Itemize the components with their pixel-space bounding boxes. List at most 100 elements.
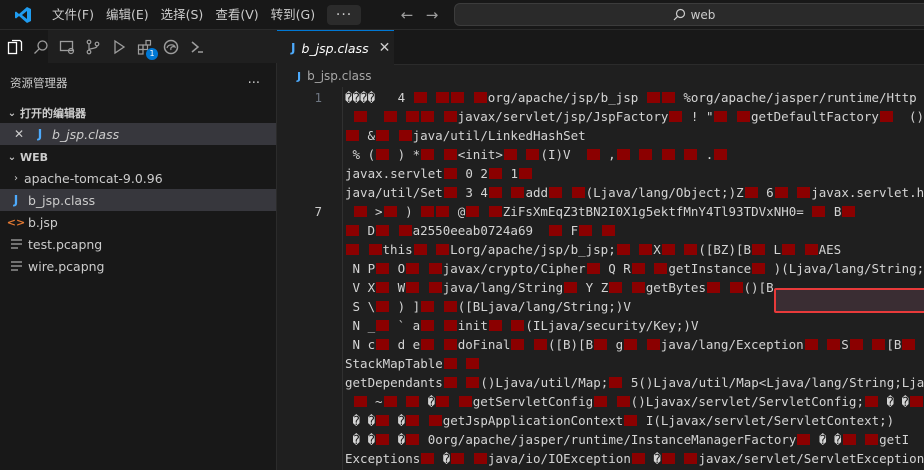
control-char-glyph <box>872 339 886 350</box>
breadcrumb-file: b_jsp.class <box>307 69 372 83</box>
code-text: StackMapTable <box>345 354 480 373</box>
web-folder-section[interactable]: ⌄ WEB <box>0 147 276 167</box>
code-line: 7 > ) @ ZiFsXmEqZ3tBN2I0X1g5ektfMnY4Tl93… <box>277 202 924 221</box>
control-char-glyph <box>443 320 457 331</box>
code-text: N P O javax/crypto/Cipher Q R getInstanc… <box>345 261 924 276</box>
source-control-icon[interactable] <box>80 34 106 60</box>
control-char-glyph <box>601 225 615 236</box>
remote-explorer-icon[interactable] <box>54 34 80 60</box>
control-char-glyph <box>661 244 675 255</box>
control-char-glyph <box>406 396 420 407</box>
control-char-glyph <box>406 415 420 426</box>
tab-b-jsp-class[interactable]: J b_jsp.class ✕ <box>277 30 394 65</box>
code-text: Exceptions � java/io/IOException � javax… <box>345 451 924 466</box>
open-editor-item[interactable]: ✕ J b_jsp.class <box>0 123 276 145</box>
tree-item-wire-pcapng[interactable]: wire.pcapng <box>0 255 276 277</box>
code-text: N c d e doFinal ([B)[B g java/lang/Excep… <box>345 335 924 354</box>
control-char-glyph <box>376 434 390 445</box>
code-text: javax.servlet 0 2 1 <box>345 164 533 183</box>
control-char-glyph <box>774 187 788 198</box>
control-char-glyph <box>488 206 502 217</box>
control-char-glyph <box>849 339 863 350</box>
control-char-glyph <box>436 396 450 407</box>
control-char-glyph <box>421 111 435 122</box>
control-char-glyph <box>639 244 653 255</box>
run-debug-icon[interactable] <box>106 34 132 60</box>
control-char-glyph <box>413 92 427 103</box>
tree-item-apache-tomcat[interactable]: › apache-tomcat-9.0.96 <box>0 167 276 189</box>
breadcrumb[interactable]: J b_jsp.class <box>277 65 924 87</box>
code-line: Exceptions � java/io/IOException � javax… <box>277 449 924 468</box>
forward-arrow-icon[interactable]: → <box>421 0 443 30</box>
control-char-glyph <box>428 415 442 426</box>
search-icon[interactable] <box>28 34 54 60</box>
menu-go[interactable]: 转到(G) <box>265 4 321 26</box>
edge-browser-icon[interactable] <box>158 34 184 60</box>
extensions-icon[interactable]: 1 <box>132 34 158 60</box>
control-char-glyph <box>797 434 811 445</box>
control-char-glyph <box>586 263 600 274</box>
control-char-glyph <box>519 168 533 179</box>
control-char-glyph <box>376 225 390 236</box>
control-char-glyph <box>421 301 435 312</box>
control-char-glyph <box>684 149 698 160</box>
title-bar: 文件(F) 编辑(E) 选择(S) 查看(V) 转到(G) ··· ← → we… <box>0 0 924 30</box>
control-char-glyph <box>436 206 450 217</box>
more-menu-button[interactable]: ··· <box>327 4 362 25</box>
code-line: javax/servlet/jsp/JspFactory ! " getDefa… <box>277 107 924 126</box>
menu-view[interactable]: 查看(V) <box>209 4 264 26</box>
code-line: javax.servlet 0 2 1 <box>277 164 924 183</box>
control-char-glyph <box>865 434 879 445</box>
java-file-icon: J <box>37 127 43 141</box>
java-file-icon: J <box>13 193 19 207</box>
control-char-glyph <box>639 149 653 160</box>
open-editors-label: 打开的编辑器 <box>20 107 86 120</box>
tree-item-test-pcapng[interactable]: test.pcapng <box>0 233 276 255</box>
control-char-glyph <box>376 320 390 331</box>
control-char-glyph <box>376 339 390 350</box>
terminal-icon[interactable] <box>184 34 210 60</box>
menu-selection[interactable]: 选择(S) <box>155 4 210 26</box>
back-arrow-icon[interactable]: ← <box>396 0 418 30</box>
control-char-glyph <box>421 320 435 331</box>
explorer-icon[interactable] <box>2 34 28 60</box>
menu-edit[interactable]: 编辑(E) <box>100 4 155 26</box>
control-char-glyph <box>646 92 660 103</box>
code-text: this Lorg/apache/jsp/b_jsp; X ([BZ)[B L … <box>345 240 841 259</box>
control-char-glyph <box>376 301 390 312</box>
menu-bar: 文件(F) 编辑(E) 选择(S) 查看(V) 转到(G) ··· <box>46 4 362 26</box>
code-editor[interactable]: 1 ���� 4 org/apache/jsp/b_jsp %org/apache… <box>277 87 924 470</box>
code-text: D a2550eeab0724a69 F <box>345 221 616 240</box>
code-text: java/util/Set 3 4 add (Ljava/lang/Object… <box>345 185 924 200</box>
control-char-glyph <box>609 282 623 293</box>
code-line: � � � 0org/apache/jasper/runtime/Instanc… <box>277 430 924 449</box>
code-file-icon: <> <box>6 215 26 229</box>
control-char-glyph <box>842 434 856 445</box>
tree-item-b-jsp[interactable]: <> b.jsp <box>0 211 276 233</box>
control-char-glyph <box>744 187 758 198</box>
control-char-glyph <box>466 377 480 388</box>
control-char-glyph <box>624 339 638 350</box>
code-line: % ( ) * <init> (I)V , . <box>277 145 924 164</box>
close-icon[interactable]: ✕ <box>379 40 391 56</box>
tree-item-label: test.pcapng <box>28 236 103 252</box>
control-char-glyph <box>383 206 397 217</box>
explorer-more-button[interactable]: ··· <box>248 76 260 91</box>
command-center-search[interactable]: web <box>454 3 924 26</box>
control-char-glyph <box>443 111 457 122</box>
control-char-glyph <box>406 282 420 293</box>
close-icon[interactable]: ✕ <box>14 127 32 141</box>
open-editors-section[interactable]: ⌄ 打开的编辑器 <box>0 103 276 123</box>
line-number: 1 <box>314 90 322 105</box>
control-char-glyph <box>436 244 450 255</box>
tree-item-label: apache-tomcat-9.0.96 <box>24 170 163 186</box>
java-file-icon: J <box>297 69 302 83</box>
control-char-glyph <box>586 149 600 160</box>
extensions-badge: 1 <box>146 47 158 60</box>
control-char-glyph <box>421 206 435 217</box>
control-char-glyph <box>443 377 457 388</box>
control-char-glyph <box>571 187 585 198</box>
control-char-glyph <box>376 415 390 426</box>
menu-file[interactable]: 文件(F) <box>46 4 100 26</box>
tree-item-b-jsp-class[interactable]: J b_jsp.class <box>0 189 276 211</box>
